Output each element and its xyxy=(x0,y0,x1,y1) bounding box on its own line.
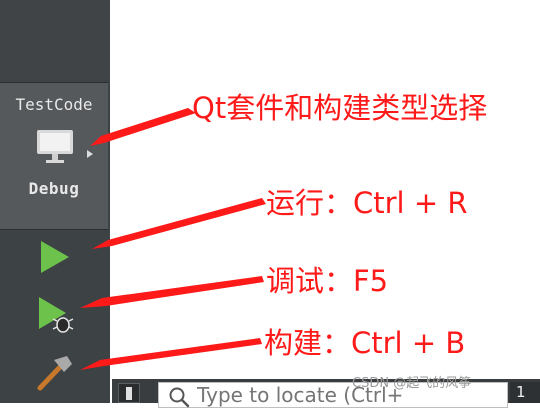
annotation-kit-selection: Qt套件和构建类型选择 xyxy=(192,91,488,125)
arrow-kit xyxy=(90,108,196,146)
watermark: CSDN @起飞的风筝 xyxy=(352,376,472,391)
annotation-run: 运行：Ctrl + R xyxy=(266,186,468,220)
annotation-debug: 调试：F5 xyxy=(266,264,389,298)
annotation-build: 构建：Ctrl + B xyxy=(264,326,466,360)
arrow-run xyxy=(92,198,266,249)
arrow-build xyxy=(80,338,262,370)
arrow-debug xyxy=(80,276,264,308)
